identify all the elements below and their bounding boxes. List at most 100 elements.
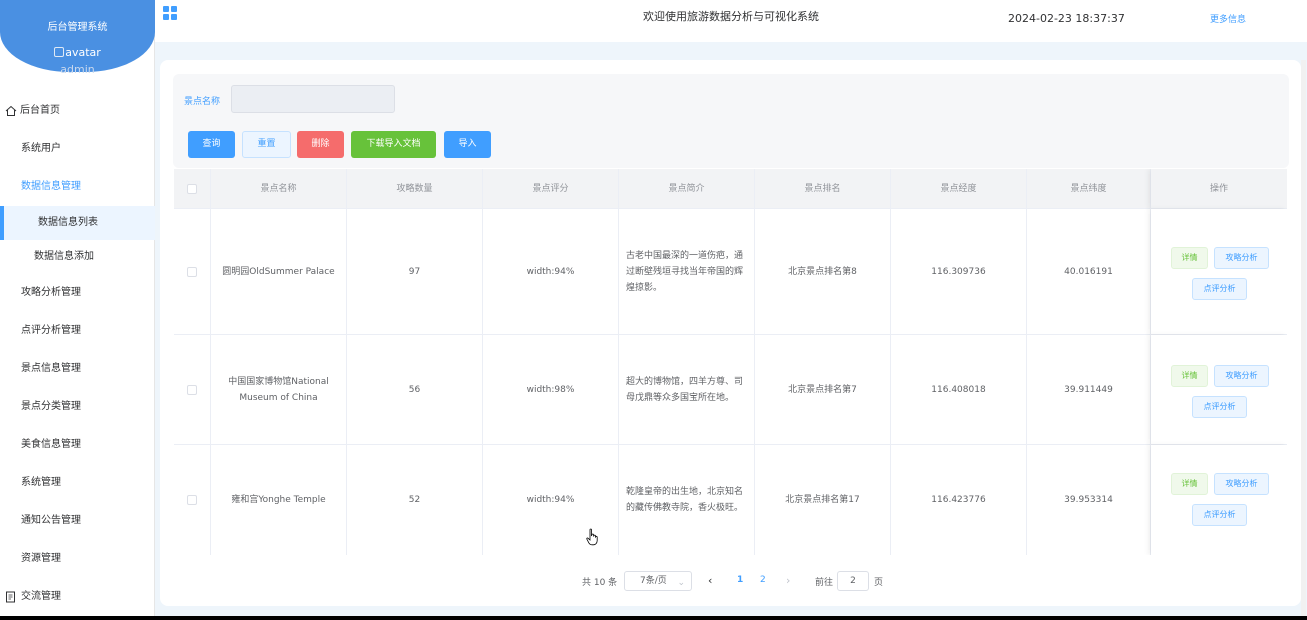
app-window: 后台管理系统 avatar admin 后台首页 系统用户 数据信息管理 数据信… bbox=[0, 0, 1307, 616]
row-checkbox[interactable] bbox=[187, 495, 197, 505]
sidebar-item-home[interactable]: 后台首页 bbox=[0, 92, 155, 130]
cell-rank: 北京景点排名第17 bbox=[755, 445, 891, 555]
column-header[interactable]: 景点评分 bbox=[483, 169, 619, 209]
sidebar-item-strategy-analysis[interactable]: 攻略分析管理 bbox=[0, 274, 155, 312]
strategy-analysis-button[interactable]: 攻略分析 bbox=[1214, 247, 1269, 269]
detail-button[interactable]: 详情 bbox=[1171, 473, 1208, 495]
column-header[interactable]: 景点经度 bbox=[891, 169, 1027, 209]
page-size-select[interactable]: 7条/页 ⌄ bbox=[624, 571, 692, 591]
sidebar-item-label: 数据信息添加 bbox=[34, 251, 94, 262]
sidebar-item-label: 数据信息列表 bbox=[38, 217, 98, 228]
table-row: 中国国家博物馆National Museum of China 56 width… bbox=[174, 335, 1287, 445]
sidebar-item-label: 景点分类管理 bbox=[21, 401, 81, 412]
document-icon bbox=[6, 591, 15, 603]
cell-latitude: 39.953314 bbox=[1027, 445, 1151, 555]
hand-pointer-cursor-icon bbox=[586, 528, 598, 546]
scenic-name-input[interactable] bbox=[231, 85, 395, 113]
cell-longitude: 116.423776 bbox=[891, 445, 1027, 555]
goto-label: 前往 bbox=[815, 578, 834, 588]
detail-button[interactable]: 详情 bbox=[1171, 365, 1208, 387]
sidebar-item-food-info[interactable]: 美食信息管理 bbox=[0, 426, 155, 464]
page-2[interactable]: 2 bbox=[760, 575, 766, 585]
sidebar-item-scenic-info[interactable]: 景点信息管理 bbox=[0, 350, 155, 388]
cell-strategy-count: 52 bbox=[347, 445, 483, 555]
table-row: 圆明园OldSummer Palace 97 width:94% 古老中国最深的… bbox=[174, 209, 1287, 335]
sidebar-item-scenic-category[interactable]: 景点分类管理 bbox=[0, 388, 155, 426]
cell-rank: 北京景点排名第8 bbox=[755, 209, 891, 334]
cell-latitude: 40.016191 bbox=[1027, 209, 1151, 334]
total-count: 共 10 条 bbox=[582, 578, 618, 588]
sidebar-item-label: 景点信息管理 bbox=[21, 363, 81, 374]
sidebar-item-resource-management[interactable]: 资源管理 bbox=[0, 540, 155, 578]
review-analysis-button[interactable]: 点评分析 bbox=[1192, 396, 1247, 418]
pagination: 共 10 条 7条/页 ⌄ ‹ 1 2 › 前往 2 页 bbox=[160, 571, 1301, 591]
cell-strategy-count: 56 bbox=[347, 335, 483, 444]
cell-intro: 古老中国最深的一道伤疤，通过断壁残垣寻找当年帝国的辉煌掠影。 bbox=[619, 209, 755, 334]
page-size-value: 7条/页 bbox=[640, 576, 667, 586]
strategy-analysis-button[interactable]: 攻略分析 bbox=[1214, 473, 1269, 495]
content-card: 景点名称 查询 重置 删除 下载导入文档 导入 景点名称 攻略数量 景点评分 景… bbox=[160, 60, 1301, 606]
operations-cell: 详情 攻略分析 点评分析 bbox=[1151, 445, 1287, 555]
sidebar: 后台管理系统 avatar admin 后台首页 系统用户 数据信息管理 数据信… bbox=[0, 0, 155, 616]
row-checkbox[interactable] bbox=[187, 384, 197, 395]
row-checkbox[interactable] bbox=[187, 266, 197, 277]
select-all-checkbox[interactable] bbox=[187, 184, 197, 194]
page-suffix: 页 bbox=[874, 578, 884, 588]
goto-page-input[interactable]: 2 bbox=[837, 571, 869, 591]
cell-strategy-count: 97 bbox=[347, 209, 483, 334]
cell-scenic-name: 圆明园OldSummer Palace bbox=[211, 209, 347, 334]
sidebar-item-exchange-management[interactable]: 交流管理 bbox=[0, 578, 155, 616]
prev-page-button[interactable]: ‹ bbox=[708, 574, 712, 587]
reset-button[interactable]: 重置 bbox=[242, 131, 291, 158]
sidebar-item-notice-management[interactable]: 通知公告管理 bbox=[0, 502, 155, 540]
page-scrollbar[interactable] bbox=[1301, 60, 1306, 616]
sidebar-nav: 后台首页 系统用户 数据信息管理 数据信息列表 数据信息添加 攻略分析管理 点评… bbox=[0, 92, 155, 616]
review-analysis-button[interactable]: 点评分析 bbox=[1192, 278, 1247, 300]
table-row: 雍和宫Yonghe Temple 52 width:94% 乾隆皇帝的出生地，北… bbox=[174, 445, 1287, 555]
avatar-alt-text: avatar bbox=[65, 46, 101, 59]
sidebar-item-system-users[interactable]: 系统用户 bbox=[0, 130, 155, 168]
column-header[interactable]: 景点排名 bbox=[755, 169, 891, 209]
sidebar-item-data-list[interactable]: 数据信息列表 bbox=[0, 206, 155, 240]
cell-longitude: 116.408018 bbox=[891, 335, 1027, 444]
main-content: 景点名称 查询 重置 删除 下载导入文档 导入 景点名称 攻略数量 景点评分 景… bbox=[155, 42, 1307, 616]
column-header[interactable]: 攻略数量 bbox=[347, 169, 483, 209]
sidebar-item-label: 资源管理 bbox=[21, 553, 61, 564]
column-header[interactable]: 景点纬度 bbox=[1027, 169, 1151, 209]
cell-intro: 超大的博物馆，四羊方尊、司母戊鼎等众多国宝所在地。 bbox=[619, 335, 755, 444]
sidebar-item-review-analysis[interactable]: 点评分析管理 bbox=[0, 312, 155, 350]
query-button[interactable]: 查询 bbox=[188, 131, 235, 158]
menu-grid-icon[interactable] bbox=[163, 6, 177, 20]
current-datetime: 2024-02-23 18:37:37 bbox=[1008, 12, 1125, 25]
row-select-cell bbox=[174, 445, 211, 555]
cell-intro: 乾隆皇帝的出生地，北京知名的藏传佛教寺院，香火极旺。 bbox=[619, 445, 755, 555]
cell-rating: width:94% bbox=[483, 445, 619, 555]
page-1[interactable]: 1 bbox=[737, 575, 743, 585]
delete-button[interactable]: 删除 bbox=[297, 131, 344, 158]
data-table: 景点名称 攻略数量 景点评分 景点简介 景点排名 景点经度 景点纬度 操作 圆明… bbox=[174, 169, 1287, 555]
column-header[interactable]: 景点名称 bbox=[211, 169, 347, 209]
detail-button[interactable]: 详情 bbox=[1171, 247, 1208, 269]
sidebar-item-label: 点评分析管理 bbox=[21, 325, 81, 336]
column-header[interactable]: 景点简介 bbox=[619, 169, 755, 209]
next-page-button[interactable]: › bbox=[786, 574, 790, 587]
sidebar-item-data-management[interactable]: 数据信息管理 bbox=[0, 168, 155, 206]
sidebar-item-label: 攻略分析管理 bbox=[21, 287, 81, 298]
download-template-button[interactable]: 下载导入文档 bbox=[351, 131, 436, 158]
cell-scenic-name: 雍和宫Yonghe Temple bbox=[211, 445, 347, 555]
column-header: 操作 bbox=[1209, 184, 1228, 194]
sidebar-item-system-management[interactable]: 系统管理 bbox=[0, 464, 155, 502]
operations-cell: 详情 攻略分析 点评分析 bbox=[1151, 335, 1287, 444]
select-all-cell bbox=[174, 169, 211, 209]
home-icon bbox=[5, 105, 17, 116]
import-button[interactable]: 导入 bbox=[444, 131, 491, 158]
review-analysis-button[interactable]: 点评分析 bbox=[1192, 504, 1247, 526]
strategy-analysis-button[interactable]: 攻略分析 bbox=[1214, 365, 1269, 387]
table-header: 景点名称 攻略数量 景点评分 景点简介 景点排名 景点经度 景点纬度 操作 bbox=[174, 169, 1287, 209]
sidebar-item-label: 系统管理 bbox=[21, 477, 61, 488]
sidebar-item-label: 系统用户 bbox=[21, 143, 61, 154]
system-title: 后台管理系统 bbox=[47, 22, 108, 33]
more-info-link[interactable]: 更多信息 bbox=[1210, 12, 1246, 25]
cell-latitude: 39.911449 bbox=[1027, 335, 1151, 444]
sidebar-item-data-add[interactable]: 数据信息添加 bbox=[0, 240, 155, 274]
